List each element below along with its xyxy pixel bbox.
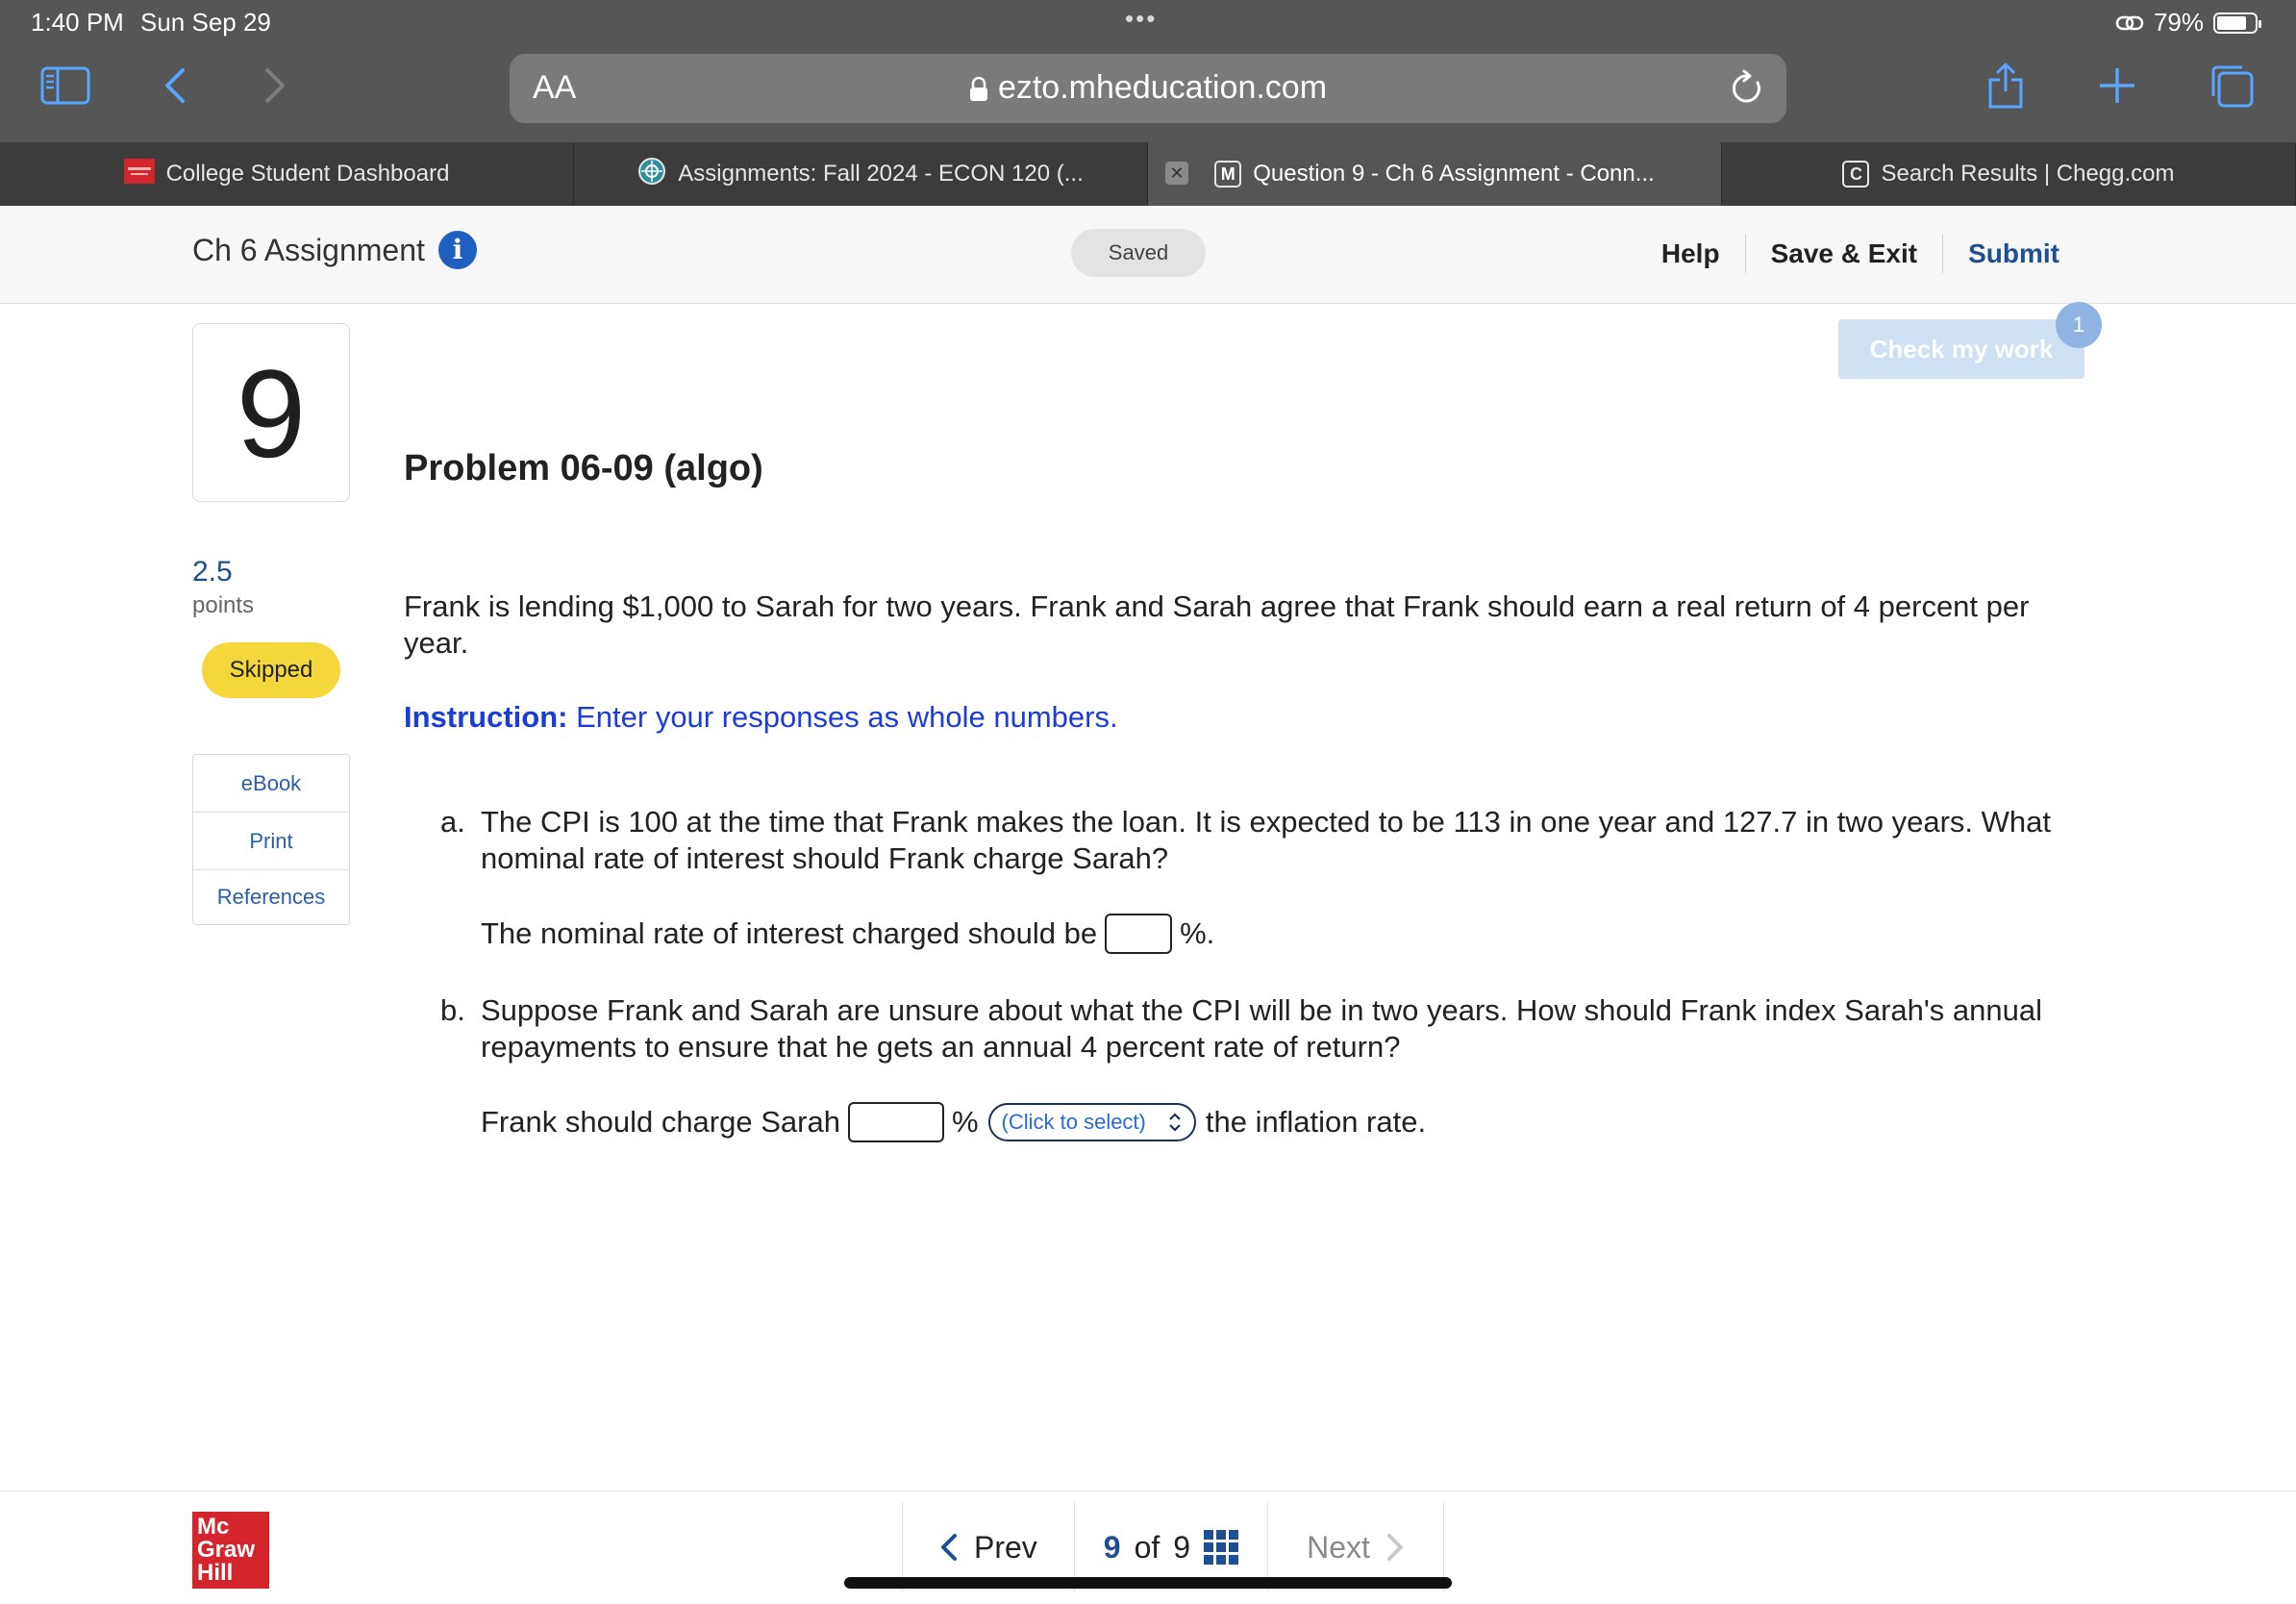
home-indicator[interactable]	[844, 1577, 1452, 1589]
tab-label: Search Results | Chegg.com	[1881, 161, 2175, 187]
forward-icon[interactable]	[263, 60, 288, 112]
submit-button[interactable]: Submit	[1943, 238, 2084, 269]
instruction: Instruction: Enter your responses as who…	[404, 700, 1118, 735]
status-right: 79%	[2115, 8, 2261, 38]
saved-status: Saved	[1071, 229, 1206, 277]
points-label: points	[192, 592, 255, 618]
print-link[interactable]: Print	[193, 813, 349, 870]
oracle-favicon-icon	[123, 158, 155, 190]
chevron-right-icon	[1386, 1534, 1403, 1561]
header-actions: Help Save & Exit Submit	[1636, 235, 2084, 273]
sidebar-toggle-icon[interactable]	[40, 60, 90, 112]
battery-icon	[2213, 12, 2261, 34]
tab-label: Assignments: Fall 2024 - ECON 120 (...	[678, 161, 1084, 187]
points-value: 2.5	[192, 556, 233, 588]
close-tab-icon[interactable]: ✕	[1165, 162, 1188, 185]
problem-text: Frank is lending $1,000 to Sarah for two…	[404, 589, 2030, 660]
help-button[interactable]: Help	[1636, 238, 1745, 269]
mcgraw-hill-logo: Mc Graw Hill	[192, 1512, 269, 1589]
new-tab-icon[interactable]	[2096, 60, 2138, 112]
percent-sign: %	[951, 1105, 979, 1139]
chevron-left-icon	[941, 1534, 957, 1561]
address-bar[interactable]: AA ezto.mheducation.com	[510, 54, 1786, 123]
part-letter: a.	[440, 805, 465, 839]
check-my-work-button[interactable]: Check my work	[1838, 319, 2084, 379]
instruction-label: Instruction:	[404, 700, 568, 734]
next-button[interactable]: Next	[1268, 1530, 1443, 1566]
part-a-text: The CPI is 100 at the time that Frank ma…	[481, 805, 2051, 875]
status-time: 1:40 PM	[31, 8, 124, 37]
info-icon[interactable]: i	[437, 231, 477, 269]
answer-suffix: %.	[1180, 916, 1215, 950]
assignment-title-group: Ch 6 Assignment i	[192, 231, 477, 269]
total-questions: 9	[1173, 1529, 1191, 1565]
references-link[interactable]: References	[193, 870, 349, 924]
instruction-text: Enter your responses as whole numbers.	[567, 700, 1118, 734]
select-placeholder: (Click to select)	[1001, 1110, 1146, 1134]
answer-prefix: The nominal rate of interest charged sho…	[481, 916, 1098, 950]
grid-icon	[1204, 1530, 1239, 1565]
problem-title: Problem 06-09 (algo)	[404, 448, 763, 489]
assignment-header: Ch 6 Assignment i Saved Help Save & Exit…	[0, 206, 2296, 304]
share-icon[interactable]	[1986, 60, 2025, 112]
tabs-overview-icon[interactable]	[2208, 60, 2256, 112]
part-b-answer: Frank should charge Sarah % (Click to se…	[481, 1102, 1426, 1142]
relation-select[interactable]: (Click to select)	[987, 1103, 1196, 1141]
tab-question-active[interactable]: ✕ M Question 9 - Ch 6 Assignment - Conn.…	[1148, 142, 1722, 206]
current-question: 9	[1103, 1529, 1121, 1565]
tab-bar: College Student Dashboard Assignments: F…	[0, 142, 2296, 206]
mcgraw-favicon-icon: M	[1214, 161, 1242, 188]
prev-label: Prev	[974, 1529, 1037, 1565]
tab-chegg[interactable]: C Search Results | Chegg.com	[1722, 142, 2296, 206]
ebook-link[interactable]: eBook	[193, 755, 349, 813]
browser-chrome: 1:40 PM Sun Sep 29 ••• 79% AA ezto.mhedu…	[0, 0, 2296, 142]
url-display[interactable]: ezto.mheducation.com	[510, 69, 1786, 107]
tab-label: College Student Dashboard	[165, 161, 450, 187]
url-text: ezto.mheducation.com	[997, 69, 1328, 106]
resources-list: eBook Print References	[192, 754, 350, 925]
part-b-text: Suppose Frank and Sarah are unsure about…	[481, 993, 2043, 1064]
question-number: 9	[192, 323, 350, 502]
reload-icon[interactable]	[1729, 69, 1765, 108]
index-rate-input[interactable]	[847, 1102, 944, 1142]
lock-icon	[969, 77, 987, 102]
logo-line: Hill	[197, 1560, 234, 1586]
status-badge: Skipped	[202, 642, 340, 698]
assignment-title: Ch 6 Assignment	[192, 232, 425, 267]
part-letter: b.	[440, 993, 465, 1027]
logo-line: Graw	[197, 1537, 256, 1563]
answer-suffix: the inflation rate.	[1205, 1105, 1427, 1139]
save-exit-button[interactable]: Save & Exit	[1746, 238, 1943, 269]
check-count-badge: 1	[2056, 302, 2102, 348]
part-a-answer: The nominal rate of interest charged sho…	[481, 914, 1214, 954]
prev-button[interactable]: Prev	[903, 1530, 1074, 1566]
answer-prefix: Frank should charge Sarah	[481, 1105, 840, 1139]
multitasking-dots-icon[interactable]: •••	[1125, 4, 1157, 34]
back-icon[interactable]	[162, 60, 187, 112]
tab-assignments[interactable]: Assignments: Fall 2024 - ECON 120 (...	[574, 142, 1148, 206]
chegg-favicon-icon: C	[1842, 161, 1870, 188]
logo-line: Mc	[197, 1514, 230, 1540]
of-label: of	[1134, 1529, 1160, 1565]
part-a: a. The CPI is 100 at the time that Frank…	[440, 804, 2094, 877]
part-b: b. Suppose Frank and Sarah are unsure ab…	[440, 992, 2094, 1065]
updown-chevron-icon	[1169, 1113, 1181, 1132]
next-label: Next	[1307, 1529, 1370, 1565]
question-map-button[interactable]: 9 of 9	[1075, 1530, 1267, 1566]
school-seal-favicon-icon	[637, 157, 666, 192]
tab-college-dashboard[interactable]: College Student Dashboard	[0, 142, 574, 206]
tab-label: Question 9 - Ch 6 Assignment - Conn...	[1253, 161, 1655, 187]
nominal-rate-input[interactable]	[1105, 914, 1173, 954]
battery-percent: 79%	[2153, 8, 2204, 37]
status-date: Sun Sep 29	[140, 8, 271, 37]
link-icon	[2115, 15, 2144, 30]
